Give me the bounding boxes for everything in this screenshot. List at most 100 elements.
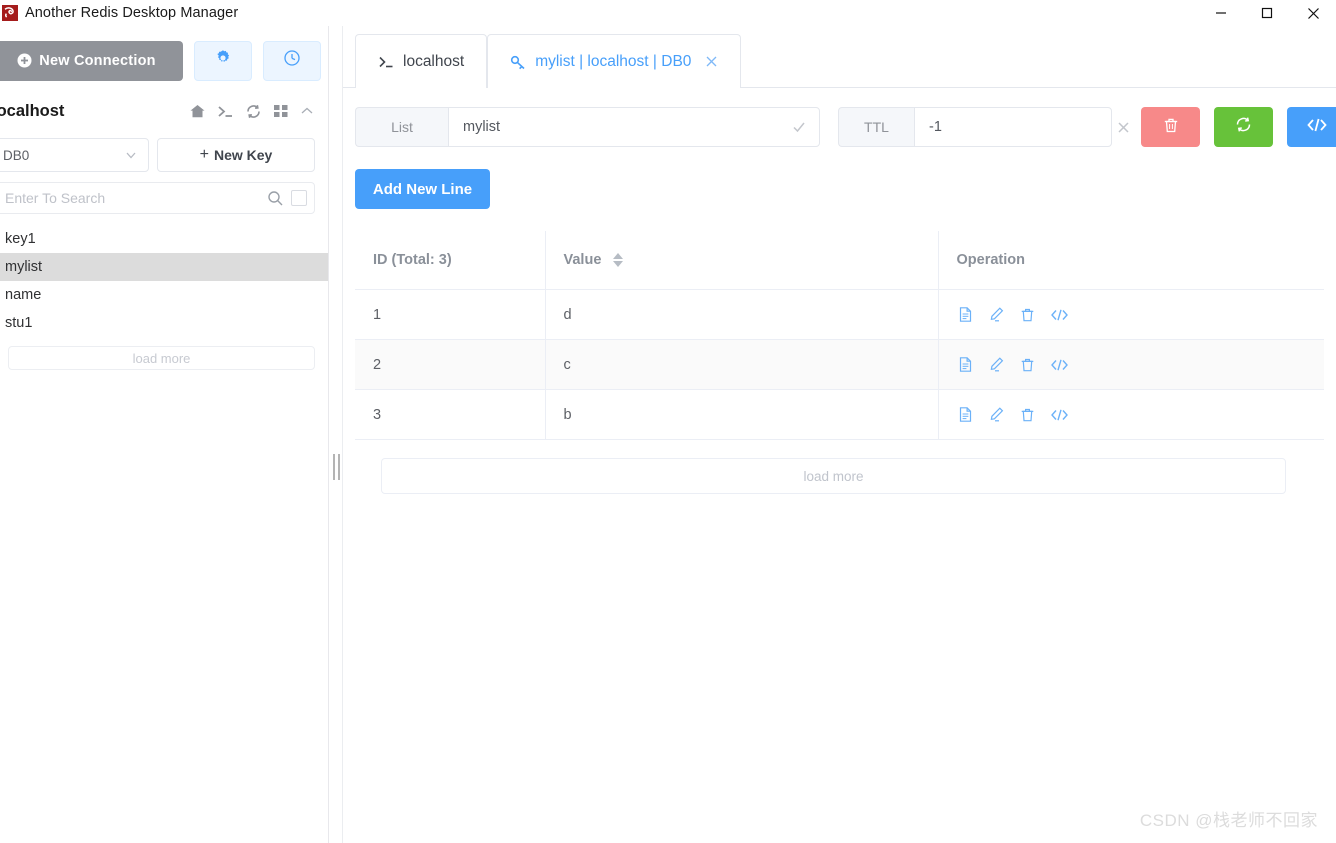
- key-name: key1: [5, 231, 36, 247]
- chevron-down-icon: [124, 148, 138, 162]
- value-table-wrapper: ID (Total: 3) Value Operation 1 d 2 c 3 …: [355, 231, 1324, 494]
- key-name-group: List: [355, 107, 820, 147]
- edit-icon[interactable]: [988, 406, 1005, 423]
- close-icon[interactable]: [1290, 0, 1336, 26]
- cell-operation: [938, 289, 1325, 340]
- detail-icon[interactable]: [957, 356, 974, 373]
- edit-icon[interactable]: [988, 356, 1005, 373]
- list-item[interactable]: key1: [0, 225, 328, 253]
- sort-arrows-icon[interactable]: [613, 253, 624, 268]
- list-item[interactable]: mylist: [0, 253, 328, 281]
- plus-icon: +: [199, 146, 209, 163]
- delete-icon[interactable]: [1019, 356, 1036, 373]
- value-table: ID (Total: 3) Value Operation 1 d 2 c 3 …: [355, 231, 1324, 440]
- title-bar: Another Redis Desktop Manager: [0, 0, 1336, 26]
- sidebar-load-more-label: load more: [132, 350, 191, 366]
- check-icon[interactable]: [791, 119, 807, 135]
- refresh-key-button[interactable]: [1214, 107, 1273, 147]
- new-connection-label: New Connection: [39, 52, 156, 69]
- db-select[interactable]: DB0: [0, 138, 149, 172]
- code-view-button[interactable]: [1287, 107, 1336, 147]
- clock-icon: [283, 49, 301, 72]
- list-item[interactable]: name: [0, 281, 328, 309]
- gear-icon: [214, 49, 232, 72]
- sidebar-splitter[interactable]: [329, 26, 343, 843]
- key-type-label: List: [355, 107, 448, 147]
- search-input[interactable]: [5, 190, 267, 206]
- checkbox-icon[interactable]: [291, 190, 307, 206]
- ttl-group: TTL: [838, 107, 1157, 147]
- delete-icon[interactable]: [1019, 406, 1036, 423]
- app-title: Another Redis Desktop Manager: [25, 5, 239, 21]
- terminal-icon[interactable]: [217, 104, 234, 119]
- delete-icon[interactable]: [1019, 306, 1036, 323]
- table-load-more-label: load more: [803, 468, 864, 484]
- key-icon: [510, 54, 527, 70]
- main-panel: localhost mylist | localhost | DB0 List: [343, 26, 1336, 843]
- close-icon[interactable]: [1116, 120, 1131, 135]
- window-controls: [1198, 0, 1336, 26]
- code-icon[interactable]: [1050, 357, 1069, 373]
- ttl-label: TTL: [838, 107, 914, 147]
- trash-icon: [1162, 116, 1180, 139]
- detail-icon[interactable]: [957, 306, 974, 323]
- detail-icon[interactable]: [957, 406, 974, 423]
- close-icon[interactable]: [705, 55, 718, 68]
- cell-value: c: [545, 339, 939, 390]
- row-operations: [957, 306, 1325, 323]
- cell-id: 1: [355, 289, 546, 340]
- grid-icon[interactable]: [273, 103, 289, 119]
- column-header-value-label: Value: [563, 252, 602, 268]
- add-new-line-button[interactable]: Add New Line: [355, 169, 490, 209]
- delete-key-button[interactable]: [1141, 107, 1200, 147]
- key-name-field[interactable]: [448, 107, 820, 147]
- cell-value: b: [545, 389, 939, 440]
- tab-mylist[interactable]: mylist | localhost | DB0: [487, 34, 742, 88]
- code-icon[interactable]: [1050, 307, 1069, 323]
- chevron-up-icon[interactable]: [300, 104, 314, 118]
- new-key-button[interactable]: + New Key: [157, 138, 315, 172]
- redis-logo-icon: [2, 5, 18, 21]
- settings-button[interactable]: [194, 40, 252, 81]
- table-row[interactable]: 2 c: [355, 339, 1324, 390]
- cell-operation: [938, 339, 1324, 390]
- search-row: [0, 182, 315, 214]
- edit-icon[interactable]: [988, 306, 1005, 323]
- refresh-icon[interactable]: [245, 103, 262, 120]
- key-header-row: List TTL: [343, 88, 1336, 147]
- table-row[interactable]: 1 d: [355, 289, 1325, 340]
- tab-label: mylist | localhost | DB0: [535, 52, 692, 70]
- cell-value: d: [545, 289, 939, 340]
- tab-bar: localhost mylist | localhost | DB0: [343, 26, 1336, 88]
- watermark: CSDN @栈老师不回家: [1139, 811, 1318, 830]
- tab-localhost[interactable]: localhost: [355, 34, 488, 88]
- cell-operation: [938, 389, 1325, 440]
- minimize-icon[interactable]: [1198, 0, 1244, 26]
- sidebar-connection-header[interactable]: localhost: [0, 90, 328, 132]
- history-button[interactable]: [263, 40, 321, 81]
- table-load-more-button[interactable]: load more: [381, 458, 1286, 494]
- ttl-input[interactable]: [929, 119, 1116, 135]
- drag-handle-icon[interactable]: [333, 454, 340, 480]
- table-row[interactable]: 3 b: [355, 389, 1325, 440]
- table-header-row: ID (Total: 3) Value Operation: [355, 231, 1324, 290]
- maximize-icon[interactable]: [1244, 0, 1290, 26]
- key-name: stu1: [5, 315, 33, 331]
- search-icon[interactable]: [267, 190, 284, 207]
- new-connection-button[interactable]: New Connection: [0, 40, 183, 81]
- refresh-icon: [1234, 115, 1253, 139]
- key-name: mylist: [5, 259, 43, 275]
- column-header-value[interactable]: Value: [545, 231, 939, 290]
- code-icon[interactable]: [1050, 407, 1069, 423]
- row-operations: [957, 406, 1325, 423]
- key-name: name: [5, 287, 42, 303]
- sidebar-load-more-button[interactable]: load more: [8, 346, 315, 370]
- sidebar-db-row: DB0 + New Key: [0, 132, 328, 172]
- home-icon[interactable]: [189, 103, 206, 120]
- key-name-input[interactable]: [463, 119, 791, 135]
- sidebar: New Connection localhost: [0, 26, 329, 843]
- connection-name: localhost: [0, 101, 65, 120]
- list-item[interactable]: stu1: [0, 309, 328, 337]
- new-key-label: New Key: [213, 147, 273, 163]
- ttl-field[interactable]: [914, 107, 1157, 147]
